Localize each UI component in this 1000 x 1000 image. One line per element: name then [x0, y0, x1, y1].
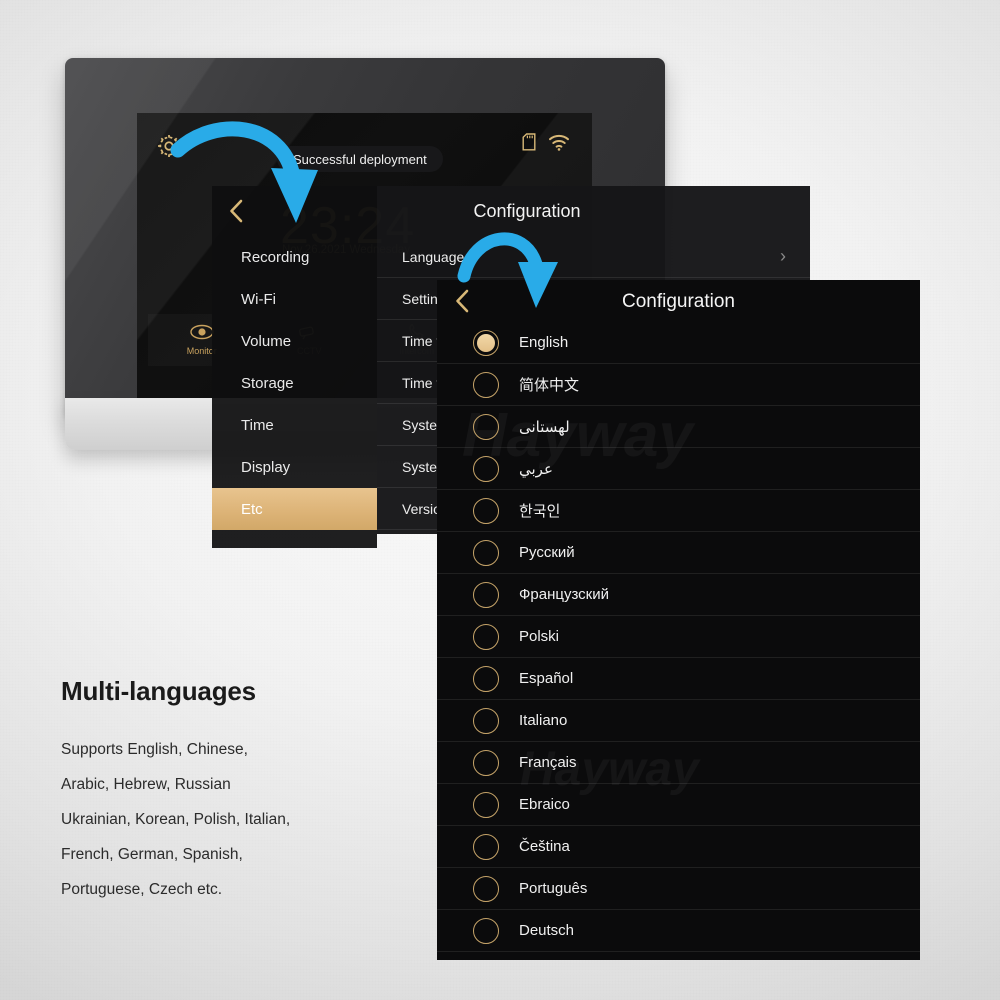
language-option-label: Português [519, 880, 588, 897]
language-option-label: Французский [519, 586, 609, 603]
radio-unselected-icon[interactable] [473, 917, 499, 944]
language-option[interactable]: Čeština [437, 826, 920, 868]
language-option[interactable]: 简体中文 [437, 364, 920, 406]
radio-unselected-icon[interactable] [473, 371, 499, 398]
language-option-label: Español [519, 670, 574, 687]
page-title: Multi-languages [61, 676, 256, 706]
chevron-right-icon: › [780, 246, 786, 266]
language-option[interactable]: Español [437, 658, 920, 700]
caption-line: Arabic, Hebrew, Russian [61, 775, 231, 793]
settings-item-label: Recording [241, 248, 310, 266]
settings-item-label: Display [241, 458, 291, 476]
language-option-label: English [519, 334, 569, 351]
language-option-label: لهستانی [519, 418, 570, 436]
caption-line: Supports English, Chinese, [61, 741, 248, 758]
language-list: English 简体中文 لهستانی عربي 한국인 Русский Французс… [437, 322, 920, 952]
language-panel-title: Configuration [621, 291, 736, 312]
config-item-label: Language [402, 248, 465, 265]
radio-unselected-icon[interactable] [473, 833, 499, 860]
language-option-label: Ebraico [519, 796, 570, 813]
radio-unselected-icon[interactable] [473, 875, 499, 902]
language-option[interactable]: English [437, 322, 920, 364]
eye-icon [190, 324, 214, 342]
settings-item-label: Etc [241, 500, 263, 518]
gear-icon[interactable] [155, 132, 183, 165]
settings-item-storage[interactable]: Storage [212, 362, 377, 404]
language-option[interactable]: Português [437, 868, 920, 910]
radio-unselected-icon[interactable] [473, 539, 499, 566]
settings-item-label: Volume [241, 332, 292, 350]
language-option-label: عربي [519, 460, 553, 478]
language-option-label: 한국인 [519, 503, 561, 520]
language-option[interactable]: Français [437, 742, 920, 784]
chevron-left-icon[interactable] [226, 198, 246, 228]
caption-line: French, German, Spanish, [61, 845, 243, 863]
caption-block: Multi-languages Supports English, Chines… [61, 676, 401, 907]
language-option-label: Deutsch [519, 922, 575, 939]
radio-unselected-icon[interactable] [473, 707, 499, 734]
status-bar [522, 133, 570, 156]
config-item-language[interactable]: Language › [377, 236, 810, 278]
radio-unselected-icon[interactable] [473, 581, 499, 608]
language-option[interactable]: Русский [437, 532, 920, 574]
radio-unselected-icon[interactable] [473, 455, 499, 482]
language-option[interactable]: عربي [437, 448, 920, 490]
settings-item-label: Time [241, 416, 274, 434]
radio-unselected-icon[interactable] [473, 623, 499, 650]
language-option[interactable]: Ebraico [437, 784, 920, 826]
radio-unselected-icon[interactable] [473, 749, 499, 776]
radio-unselected-icon[interactable] [473, 665, 499, 692]
radio-unselected-icon[interactable] [473, 791, 499, 818]
language-option-label: Čeština [519, 838, 570, 855]
settings-item-wi-fi[interactable]: Wi-Fi [212, 278, 377, 320]
settings-item-label: Wi-Fi [241, 290, 276, 308]
config-panel-title: Configuration [473, 201, 581, 221]
settings-item-etc[interactable]: Etc [212, 488, 377, 530]
language-option-label: Italiano [519, 712, 568, 729]
settings-item-label: Storage [241, 374, 294, 392]
toast-notification: Successful deployment [277, 146, 443, 172]
language-option[interactable]: Italiano [437, 700, 920, 742]
settings-list: Recording Wi-Fi Volume Storage Time Display Et… [212, 236, 377, 530]
settings-item-time[interactable]: Time [212, 404, 377, 446]
settings-item-display[interactable]: Display [212, 446, 377, 488]
radio-unselected-icon[interactable] [473, 413, 499, 440]
sd-card-icon [522, 133, 536, 156]
wifi-icon [548, 134, 570, 156]
language-option[interactable]: Polski [437, 616, 920, 658]
language-option[interactable]: لهستانی [437, 406, 920, 448]
language-option-label: 简体中文 [519, 377, 580, 394]
language-option[interactable]: Французский [437, 574, 920, 616]
caption-body: Supports English, Chinese, Arabic, Hebrew… [61, 733, 401, 907]
caption-line: Portuguese, Czech etc. [61, 880, 223, 898]
language-option-label: Français [519, 754, 577, 771]
language-option[interactable]: Deutsch [437, 910, 920, 952]
settings-item-volume[interactable]: Volume [212, 320, 377, 362]
radio-unselected-icon[interactable] [473, 497, 499, 524]
settings-item-recording[interactable]: Recording [212, 236, 377, 278]
caption-line: Ukrainian, Korean, Polish, Italian, [61, 810, 291, 828]
radio-selected-icon[interactable] [473, 329, 499, 356]
language-option-label: Русский [519, 544, 575, 561]
language-option[interactable]: 한국인 [437, 490, 920, 532]
language-option-label: Polski [519, 628, 560, 645]
